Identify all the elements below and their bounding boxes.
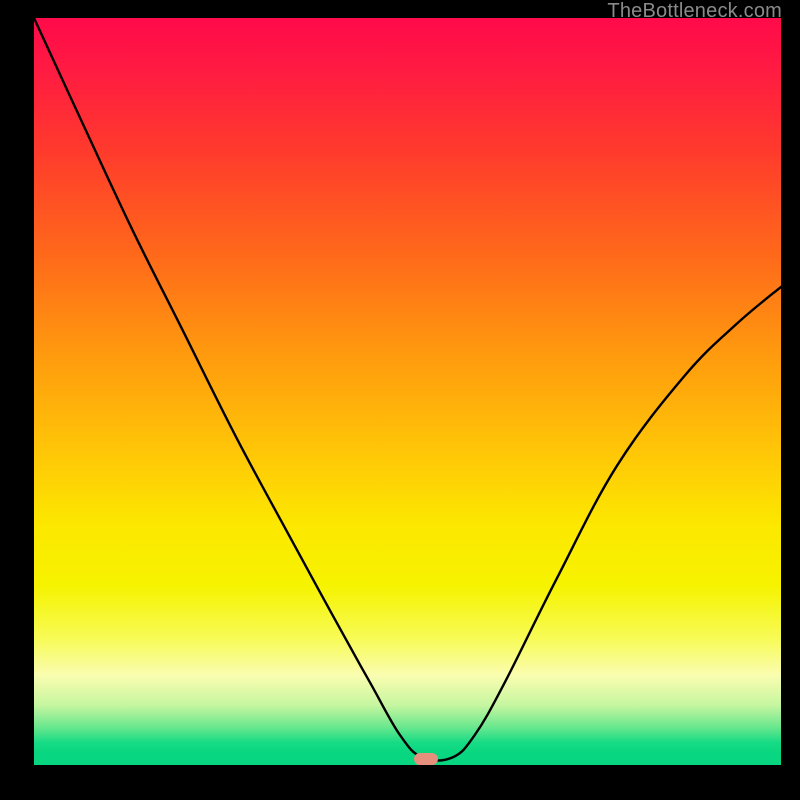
watermark-text: TheBottleneck.com <box>607 0 782 23</box>
chart-frame: TheBottleneck.com <box>0 0 800 800</box>
plot-area <box>34 18 781 765</box>
bottleneck-curve <box>34 18 781 765</box>
optimum-marker <box>414 753 438 765</box>
